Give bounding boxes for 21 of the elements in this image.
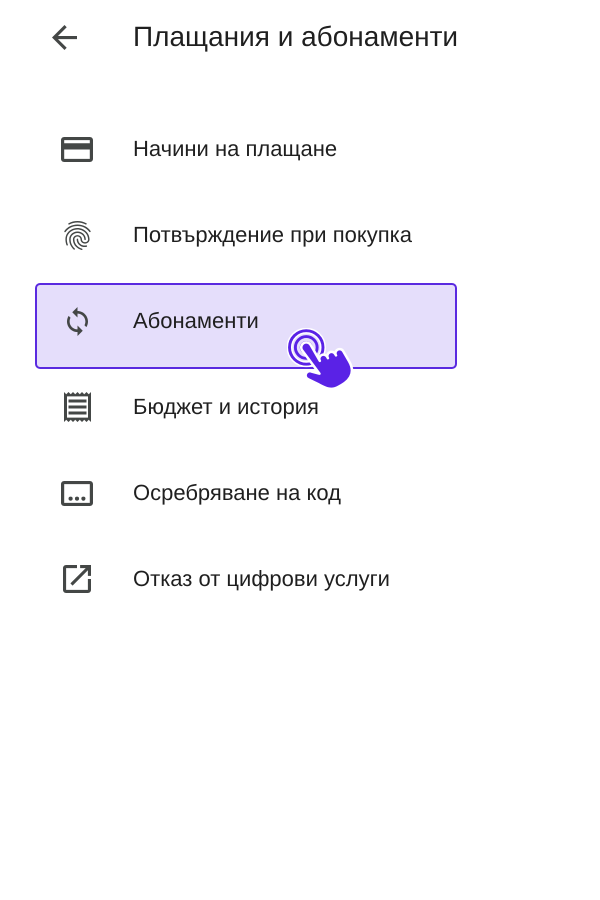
menu-item[interactable]: Отказ от цифрови услуги: [35, 541, 457, 627]
menu-item[interactable]: Начини на плащане: [35, 111, 457, 197]
menu-item[interactable]: Абонаменти: [35, 283, 457, 369]
receipt-icon: [64, 392, 90, 422]
code-box-icon: [61, 480, 93, 506]
menu-item[interactable]: Потвърждение при покупка: [35, 197, 457, 283]
menu-item-label: Бюджет и история: [133, 396, 319, 418]
menu-item-label: Отказ от цифрови услуги: [133, 568, 390, 590]
back-button[interactable]: [50, 23, 78, 51]
back-arrow-icon: [52, 24, 76, 50]
sync-icon: [66, 306, 88, 336]
menu-item-label: Абонаменти: [133, 310, 259, 332]
menu-item-label: Начини на плащане: [133, 138, 338, 160]
credit-card-icon: [61, 136, 93, 162]
menu-item[interactable]: Бюджет и история: [35, 369, 457, 455]
menu-item[interactable]: Осребряване на код: [35, 455, 457, 541]
page-title: Плащания и абонаменти: [133, 23, 458, 51]
open-in-new-icon: [63, 565, 91, 593]
menu-item-label: Осребряване на код: [133, 482, 341, 504]
menu-item-label: Потвърждение при покупка: [133, 224, 412, 246]
fingerprint-icon: [64, 220, 90, 250]
